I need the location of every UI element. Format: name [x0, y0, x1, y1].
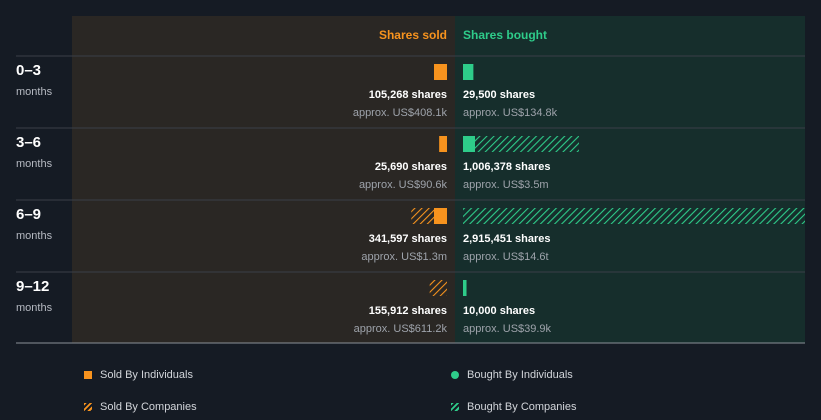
row-period-label: 6–9 — [16, 206, 42, 223]
bought-individuals-swatch-icon — [451, 371, 459, 379]
legend-label: Sold By Individuals — [100, 369, 193, 381]
sold-individuals-bar — [434, 64, 447, 80]
bought-individuals-bar — [463, 64, 474, 80]
sold-individuals-bar — [434, 208, 447, 224]
bought-column-header: Shares bought — [463, 28, 547, 42]
sold-value-label: approx. US$1.3m — [361, 251, 447, 263]
sold-column-header: Shares sold — [379, 28, 447, 42]
row-period-label: 9–12 — [16, 278, 50, 295]
bought-companies-bar — [463, 208, 805, 224]
bought-companies-swatch-icon — [451, 403, 459, 411]
row-period-label: 3–6 — [16, 134, 42, 151]
sold-value-label: approx. US$90.6k — [359, 179, 448, 191]
row-period-unit: months — [16, 86, 53, 98]
sold-value-label: approx. US$408.1k — [353, 107, 448, 119]
sold-individuals-bar — [439, 136, 447, 152]
sold-individuals-swatch-icon — [84, 371, 92, 379]
bought-shares-label: 1,006,378 shares — [463, 161, 550, 173]
legend-label: Bought By Individuals — [467, 369, 573, 381]
sold-shares-label: 25,690 shares — [375, 161, 447, 173]
legend-label: Sold By Companies — [100, 401, 197, 413]
legend-bought-individuals: Bought By Individuals — [451, 369, 573, 381]
sold-companies-swatch-icon — [84, 403, 92, 411]
bought-value-label: approx. US$39.9k — [463, 323, 552, 335]
sold-value-label: approx. US$611.2k — [354, 323, 448, 335]
row-period-unit: months — [16, 230, 53, 242]
row-period-unit: months — [16, 158, 53, 170]
insider-trading-chart: Shares sold Shares bought 105,268 shares… — [16, 16, 805, 344]
row-period-unit: months — [16, 302, 53, 314]
bought-individuals-bar — [463, 136, 475, 152]
bought-shares-label: 2,915,451 shares — [463, 233, 550, 245]
bought-value-label: approx. US$3.5m — [463, 179, 549, 191]
sold-companies-bar — [429, 280, 447, 296]
bought-value-label: approx. US$14.6t — [463, 251, 549, 263]
legend-label: Bought By Companies — [467, 401, 577, 413]
sold-shares-label: 341,597 shares — [369, 233, 447, 245]
sold-shares-label: 155,912 shares — [369, 305, 447, 317]
legend-sold-individuals: Sold By Individuals — [84, 369, 193, 381]
bought-individuals-bar — [463, 280, 467, 296]
legend-bought-companies: Bought By Companies — [451, 401, 576, 413]
bought-shares-label: 10,000 shares — [463, 305, 535, 317]
sold-shares-label: 105,268 shares — [369, 89, 447, 101]
bought-value-label: approx. US$134.8k — [463, 107, 558, 119]
legend-sold-companies: Sold By Companies — [84, 401, 197, 413]
sold-companies-bar — [411, 208, 434, 224]
bought-companies-bar — [475, 136, 579, 152]
row-period-label: 0–3 — [16, 62, 42, 79]
bought-shares-label: 29,500 shares — [463, 89, 535, 101]
